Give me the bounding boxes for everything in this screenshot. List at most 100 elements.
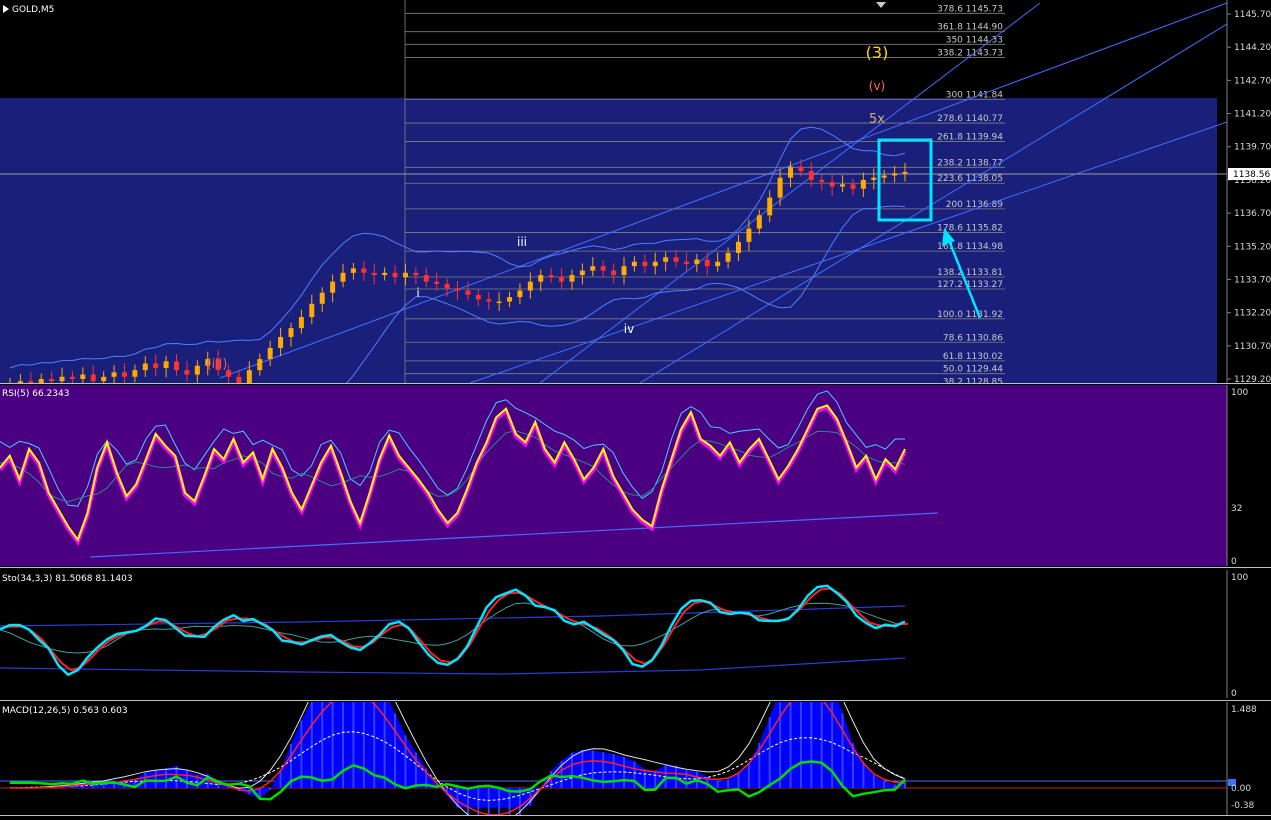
- candle-body-47: [496, 301, 502, 304]
- candle-body-85: [892, 173, 898, 176]
- candle-body-6: [69, 376, 75, 379]
- fib-label-5: 278.6 1140.77: [937, 114, 1003, 124]
- wave-label-iii: iii: [517, 235, 527, 249]
- candle-body-74: [777, 177, 783, 198]
- candle-body-8: [90, 374, 96, 382]
- wave-label-iii-paren: (iii): [207, 357, 228, 372]
- fib-label-14: 100.0 1131.92: [937, 310, 1003, 320]
- candle-body-24: [257, 359, 263, 371]
- candle-body-56: [590, 266, 596, 271]
- price-tick-1: 1144.20: [1234, 43, 1271, 53]
- candle-body-28: [298, 317, 304, 329]
- rsi-panel: RSI(5) 66.2343 100 32 0: [0, 385, 1271, 567]
- candle-body-60: [631, 261, 637, 267]
- candle-body-25: [267, 348, 273, 360]
- fib-label-4: 300 1141.84: [946, 90, 1004, 100]
- fib-label-6: 261.8 1139.94: [937, 132, 1003, 142]
- stoch-label: Sto(34,3,3) 81.5068 81.1403: [2, 574, 133, 584]
- candle-body-70: [735, 241, 741, 253]
- candle-body-73: [767, 197, 773, 216]
- candle-body-3: [38, 379, 44, 383]
- candle-body-72: [756, 215, 762, 229]
- wave-label-i: i: [416, 286, 419, 300]
- candle-body-42: [444, 283, 450, 289]
- candle-body-55: [579, 270, 585, 276]
- candle-body-27: [288, 328, 294, 337]
- price-tick-2: 1142.70: [1234, 76, 1271, 86]
- candle-body-83: [871, 177, 877, 180]
- candle-body-39: [413, 272, 419, 276]
- macd-tick-min: -0.38: [1231, 801, 1255, 811]
- candle-body-49: [517, 290, 523, 298]
- overlay-box: [0, 98, 1217, 383]
- symbol-label: GOLD,M5: [12, 5, 54, 15]
- candle-body-10: [111, 372, 117, 377]
- candle-body-38: [402, 272, 408, 278]
- current-price-value: 1138.56: [1233, 170, 1270, 180]
- price-tick-9: 1132.20: [1234, 309, 1271, 319]
- rsi-label: RSI(5) 66.2343: [2, 389, 69, 399]
- fib-label-1: 361.8 1144.90: [937, 23, 1003, 33]
- candle-body-36: [382, 272, 388, 276]
- candle-body-64: [673, 257, 679, 262]
- macd-tick-max: 1.488: [1231, 705, 1257, 715]
- candle-body-22: [236, 376, 242, 383]
- candle-body-57: [600, 266, 606, 271]
- fib-label-0: 378.6 1145.73: [937, 4, 1003, 14]
- candle-body-77: [808, 171, 814, 180]
- candle-body-11: [121, 372, 127, 377]
- candle-body-48: [507, 297, 513, 302]
- candle-body-59: [621, 266, 627, 276]
- price-tick-10: 1130.70: [1234, 342, 1271, 352]
- price-tick-6: 1136.70: [1234, 209, 1271, 219]
- fib-label-8: 223.6 1138.05: [937, 174, 1003, 184]
- candle-body-9: [101, 376, 107, 382]
- candle-body-82: [860, 179, 866, 189]
- candle-body-78: [819, 179, 825, 183]
- candle-body-4: [49, 379, 55, 382]
- trading-chart: 378.6 1145.73 361.8 1144.90 350 1144.33 338…: [0, 0, 1271, 816]
- candle-body-32: [340, 272, 346, 282]
- candle-body-52: [548, 275, 554, 278]
- candle-body-30: [319, 292, 325, 304]
- candle-body-68: [715, 261, 721, 267]
- fib-label-3: 338.2 1143.73: [937, 49, 1003, 59]
- candle-body-51: [538, 275, 544, 282]
- candle-body-79: [829, 182, 835, 187]
- stoch-tick-100: 100: [1231, 573, 1248, 583]
- fib-label-13: 127.2 1133.27: [937, 280, 1003, 290]
- macd-tick-zero: 0.00: [1231, 784, 1251, 794]
- candle-body-66: [694, 259, 700, 264]
- stoch-tick-0: 0: [1231, 689, 1237, 699]
- candle-body-62: [652, 261, 658, 267]
- candle-body-17: [184, 370, 190, 375]
- candle-body-69: [725, 252, 731, 262]
- candle-body-37: [392, 272, 398, 278]
- candle-body-34: [361, 268, 367, 273]
- price-tick-3: 1141.20: [1234, 110, 1271, 120]
- stoch-panel: Sto(34,3,3) 81.5068 81.1403 100 0: [0, 570, 1271, 699]
- fib-label-2: 350 1144.33: [946, 35, 1003, 45]
- price-tick-0: 1145.70: [1234, 10, 1271, 20]
- candle-body-75: [788, 166, 794, 178]
- price-tick-7: 1135.20: [1234, 242, 1271, 252]
- candle-body-71: [746, 228, 752, 242]
- candle-body-23: [246, 370, 252, 383]
- candle-body-16: [174, 361, 180, 371]
- candle-body-15: [163, 361, 169, 368]
- wave-label-3: (3): [866, 43, 889, 62]
- candle-body-58: [611, 270, 617, 276]
- candle-body-26: [278, 336, 284, 349]
- wave-label-v: (v): [869, 79, 885, 93]
- candle-body-61: [642, 261, 648, 267]
- candle-body-81: [850, 184, 856, 189]
- candle-body-35: [371, 272, 377, 276]
- candle-body-18: [194, 365, 200, 375]
- candle-body-53: [559, 277, 565, 282]
- wave-label-5x: 5x: [869, 112, 885, 127]
- candle-body-67: [704, 259, 710, 267]
- candle-body-29: [309, 303, 315, 318]
- rsi-tick-100: 100: [1231, 388, 1248, 398]
- fib-label-15: 78.6 1130.86: [943, 333, 1003, 343]
- fib-label-12: 138.2 1133.81: [937, 268, 1003, 278]
